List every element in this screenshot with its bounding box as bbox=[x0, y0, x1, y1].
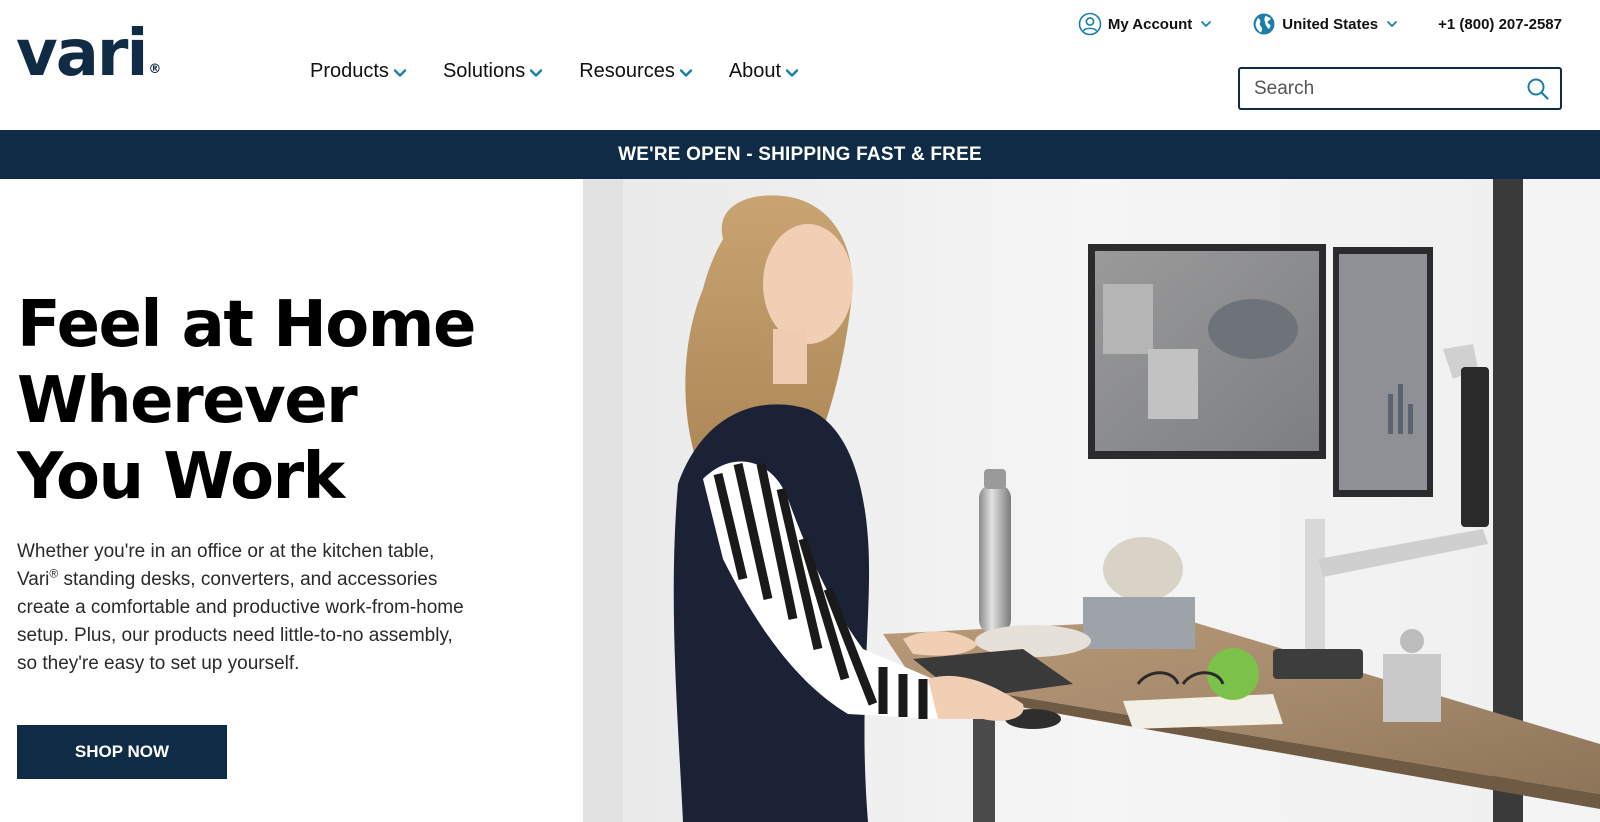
nav-resources[interactable]: Resources bbox=[579, 60, 693, 83]
registered-mark: ® bbox=[49, 566, 59, 581]
monitor-right-screen bbox=[1339, 254, 1427, 490]
screen-window bbox=[1103, 284, 1153, 354]
hero-headline-line: You Work bbox=[17, 440, 345, 514]
neck bbox=[773, 329, 807, 384]
logo-registered-mark: ® bbox=[148, 62, 162, 77]
chevron-down-icon bbox=[530, 68, 543, 77]
wall-shadow-left bbox=[583, 179, 623, 822]
hero-headline-line: Feel at Home bbox=[17, 288, 476, 362]
shop-now-button[interactable]: SHOP NOW bbox=[17, 725, 227, 779]
search-input[interactable] bbox=[1240, 69, 1526, 108]
chevron-down-icon bbox=[785, 68, 799, 77]
globe-icon bbox=[1253, 13, 1275, 35]
chevron-down-icon bbox=[393, 68, 407, 77]
chevron-down-icon bbox=[679, 68, 693, 77]
vari-logo[interactable]: vari ® bbox=[16, 22, 161, 86]
search-box bbox=[1238, 67, 1562, 110]
screen-dialog bbox=[1148, 349, 1198, 419]
user-circle-icon bbox=[1078, 12, 1102, 36]
phone-link[interactable]: +1 (800) 207-2587 bbox=[1438, 16, 1562, 33]
phone-number: +1 (800) 207-2587 bbox=[1438, 15, 1562, 33]
hero-photo-illustration bbox=[583, 179, 1600, 822]
promo-banner[interactable]: WE'RE OPEN - SHIPPING FAST & FREE bbox=[0, 130, 1600, 179]
my-account-label: My Account bbox=[1107, 15, 1193, 33]
hero-headline-line: Wherever bbox=[17, 364, 358, 438]
chrome-decor bbox=[1383, 654, 1441, 722]
nav-about-label: About bbox=[728, 60, 782, 82]
screen-bar bbox=[1408, 404, 1413, 434]
hero-image bbox=[583, 179, 1600, 822]
main-nav: Products Solutions Resources About bbox=[310, 60, 835, 83]
screen-bar bbox=[1388, 394, 1393, 434]
chevron-down-icon bbox=[1201, 21, 1212, 27]
nav-solutions-label: Solutions bbox=[442, 60, 526, 82]
monitor-arm-pole bbox=[1305, 519, 1325, 669]
monitor-base bbox=[1273, 649, 1363, 679]
promo-banner-text: WE'RE OPEN - SHIPPING FAST & FREE bbox=[618, 143, 982, 165]
my-account-menu[interactable]: My Account bbox=[1078, 12, 1212, 36]
screen-bar bbox=[1398, 384, 1403, 434]
tablet-holder bbox=[1461, 367, 1489, 527]
chrome-decor-top bbox=[1400, 629, 1424, 653]
nav-about[interactable]: About bbox=[729, 60, 799, 83]
region-label: United States bbox=[1282, 15, 1379, 33]
hero-body-text: Whether you're in an office or at the ki… bbox=[17, 538, 467, 678]
screen-map bbox=[1208, 299, 1298, 359]
hero-body-part2: standing desks, converters, and accessor… bbox=[17, 569, 464, 674]
hero-copy: Feel at Home Wherever You Work Whether y… bbox=[0, 179, 583, 822]
logo-text: vari bbox=[16, 17, 148, 91]
nav-resources-label: Resources bbox=[579, 60, 675, 82]
water-bottle bbox=[979, 484, 1011, 634]
site-header: vari ® Products Solutions Resources About… bbox=[0, 0, 1600, 130]
utility-bar: My Account United States +1 (800) 207-25… bbox=[1078, 12, 1562, 36]
metal-box bbox=[1083, 597, 1195, 649]
crystal-decor bbox=[1103, 537, 1183, 601]
region-selector[interactable]: United States bbox=[1252, 12, 1398, 36]
nav-solutions[interactable]: Solutions bbox=[443, 60, 543, 83]
search-icon[interactable] bbox=[1526, 77, 1550, 101]
nav-products[interactable]: Products bbox=[310, 60, 407, 83]
water-bottle-cap bbox=[984, 469, 1006, 489]
face bbox=[763, 224, 853, 344]
hero-headline: Feel at Home Wherever You Work bbox=[17, 287, 577, 515]
chevron-down-icon bbox=[1387, 21, 1398, 27]
nav-products-label: Products bbox=[310, 60, 389, 82]
